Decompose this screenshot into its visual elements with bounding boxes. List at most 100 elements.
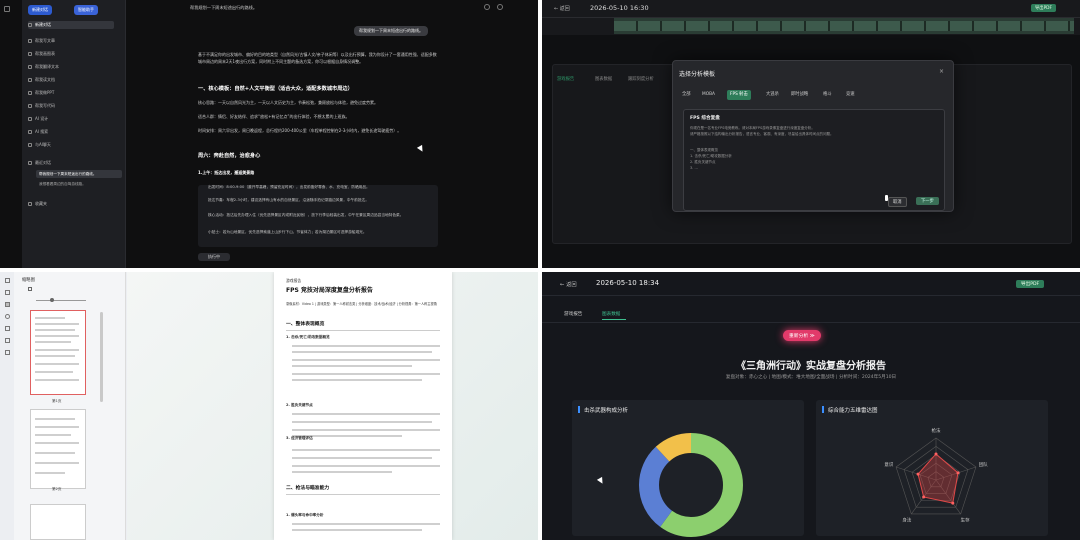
thumbnail-page-3[interactable] [30, 504, 86, 540]
subsection-1b: 2. 胜负关键节点 [286, 403, 313, 407]
nav-new-chat[interactable]: 新建对话 [28, 20, 51, 29]
back-button[interactable]: ← 返回 [560, 280, 577, 288]
text-line [292, 345, 440, 347]
tab-chart-data[interactable]: 图表数据 [595, 76, 612, 82]
page-2-label: 第2页 [52, 487, 62, 491]
next-button[interactable]: 下一步 [916, 197, 939, 205]
donut-card-title: 击杀武器构成分析 [584, 408, 629, 414]
menu-icon[interactable] [5, 278, 10, 283]
file-icon [28, 78, 32, 82]
tab-racing[interactable]: 竞速 [843, 90, 858, 100]
doc-title: FPS 竞技对局深度复盘分析报告 [286, 287, 373, 294]
nav-item-write[interactable]: 帮我写文章 [28, 36, 55, 45]
zoom-icon[interactable] [28, 287, 32, 291]
search-icon[interactable] [5, 314, 10, 319]
tab-game-report[interactable]: 游戏报告 [557, 76, 574, 82]
nav-item-chart[interactable]: 帮我画图表 [28, 49, 55, 58]
tab-moba[interactable]: MOBA [699, 90, 718, 100]
report-dashboard-panel: ← 返回 2026-05-10 18:34 导出PDF 游戏报告 图表数据 重新… [542, 272, 1080, 540]
radar-point [934, 452, 938, 456]
recent-item[interactable]: 帮我规划一下周末短途出行的路线。 [39, 170, 119, 178]
brush-icon [28, 117, 32, 121]
radar-chart: 枪法团队生存 身法 意识 [884, 427, 988, 524]
model-button[interactable]: 智能助手 [74, 5, 98, 15]
nav-label: AI 搜索 [35, 129, 49, 134]
text-line [292, 421, 432, 423]
thumb-line [35, 341, 71, 343]
chart-icon [28, 52, 32, 56]
thumbnail-page-2[interactable] [30, 409, 86, 489]
nav-item-read[interactable]: 帮我读文档 [28, 75, 55, 84]
thumbnail-icon[interactable] [5, 302, 10, 307]
back-button[interactable]: ← 返回 [554, 5, 570, 12]
answer-audience: 适合人群：情侣、好友结伴、追求“放松+有记忆点”的出行体验，不想太累的上班族。 [198, 114, 350, 119]
tab-tracking[interactable]: 跟踪刻度分析 [628, 76, 654, 82]
tab-battle-royale[interactable]: 大逃杀 [763, 90, 782, 100]
tab-fighting[interactable]: 格斗 [820, 90, 835, 100]
cancel-button[interactable]: 取消 [888, 197, 907, 207]
chat-icon [28, 143, 32, 147]
template-card-fps[interactable]: FPS 综合复盘 你现在是一名专业FPS电竞教练。请对本局FPS游戏录像复盘进行… [683, 109, 945, 211]
nav-item-search[interactable]: AI 搜索 [28, 127, 48, 136]
tab-chart-data[interactable]: 图表数据 [602, 311, 620, 317]
radar-axis-label: 团队 [979, 461, 988, 468]
edit-icon[interactable] [5, 350, 10, 355]
new-chat-button[interactable]: 新建对话 [28, 5, 52, 15]
export-pdf-button[interactable]: 导出PDF [1031, 4, 1056, 12]
answer-heading-3: 1.上午：抵达出发，邂逅美景路 [198, 170, 255, 175]
subsection-1a: 1. 击杀/死亡/助攻数据概览 [286, 335, 330, 339]
zoom-slider[interactable] [36, 300, 86, 301]
comment-icon[interactable] [5, 338, 10, 343]
user-message-bubble: 帮我规划一下周末短途出行的路线。 [354, 26, 428, 36]
thumbnail-page-1[interactable] [30, 310, 86, 395]
video-timeline-strip[interactable] [614, 18, 1074, 34]
document-page-2: 1. 爆头率与命中率分析 [274, 508, 452, 540]
nav-item-translate[interactable]: 帮我翻译文本 [28, 62, 59, 71]
tab-all[interactable]: 全部 [679, 90, 694, 100]
card-line: 1. 击杀/死亡/助攻数据分析 [690, 154, 732, 158]
sidebar: 新建对话 智能助手 新建对话 帮我写文章 帮我画图表 帮我翻译文本 帮我读文档 … [22, 0, 126, 268]
top-bar: ← 返回 2026-05-10 18:34 导出PDF [542, 272, 1080, 296]
recent-item[interactable]: 我想看看周边的自驾游线路。 [39, 182, 86, 187]
slides-icon [28, 91, 32, 95]
section-heading-2: 二、枪法与瞄准能力 [286, 486, 330, 491]
attach-icon[interactable] [5, 326, 10, 331]
nav-item-ppt[interactable]: 帮我做PPT [28, 88, 54, 97]
zoom-slider-knob[interactable] [50, 298, 54, 302]
code-icon [28, 104, 32, 108]
text-line [292, 373, 440, 375]
section-heading-1: 一、整体表现概览 [286, 322, 325, 327]
card-line: 一、整体表现概览 [690, 148, 718, 152]
timeline-frames [614, 21, 1074, 31]
nav-item-chat[interactable]: 与AI聊天 [28, 140, 51, 149]
share-icon[interactable] [484, 4, 490, 10]
text-line [292, 471, 392, 473]
card-line: 3. ... [690, 166, 698, 170]
reanalyze-button[interactable]: 重新分析 ≫ [783, 330, 821, 341]
close-icon[interactable]: × [939, 68, 944, 75]
bookmark-icon[interactable] [5, 290, 10, 295]
menu-icon[interactable] [4, 6, 10, 12]
radar-point [951, 501, 955, 505]
report-title: 《三角洲行动》实战复盘分析报告 [736, 361, 886, 372]
top-bar: ← 返回 2026-05-10 16:30 导出PDF [542, 0, 1080, 18]
tab-rts[interactable]: 即时战略 [788, 90, 811, 100]
radar-card: 综合能力五维雷达图 枪法 团队 生存 身法 意识 [816, 400, 1048, 536]
document-page: 游戏报告 FPS 竞技对局深度复盘分析报告 录像素材：Video 1 | 游戏类… [274, 272, 452, 540]
scrollbar[interactable] [100, 312, 103, 402]
export-pdf-button[interactable]: 导出PDF [1016, 280, 1045, 288]
nav-label: 与AI聊天 [35, 142, 51, 147]
answer-schedule: 时间安排：周六早出发，周日晚返程，总行程约200-400公里（车程单程控制在2-… [198, 128, 402, 133]
donut-card: 击杀武器构成分析 [572, 400, 804, 537]
active-tab-underline [602, 319, 626, 320]
tab-game-report[interactable]: 游戏报告 [564, 311, 582, 317]
nav-item-design[interactable]: AI 设计 [28, 114, 48, 123]
text-line [292, 449, 440, 451]
clock-icon [28, 161, 32, 165]
tab-fps[interactable]: FPS 射击 [727, 90, 751, 100]
thumb-line [35, 462, 79, 464]
favorites-item[interactable]: 收藏夹 [28, 199, 47, 208]
nav-item-code[interactable]: 帮我写代码 [28, 101, 55, 110]
settings-icon[interactable] [497, 4, 503, 10]
page-1-label: 第1页 [52, 399, 62, 403]
